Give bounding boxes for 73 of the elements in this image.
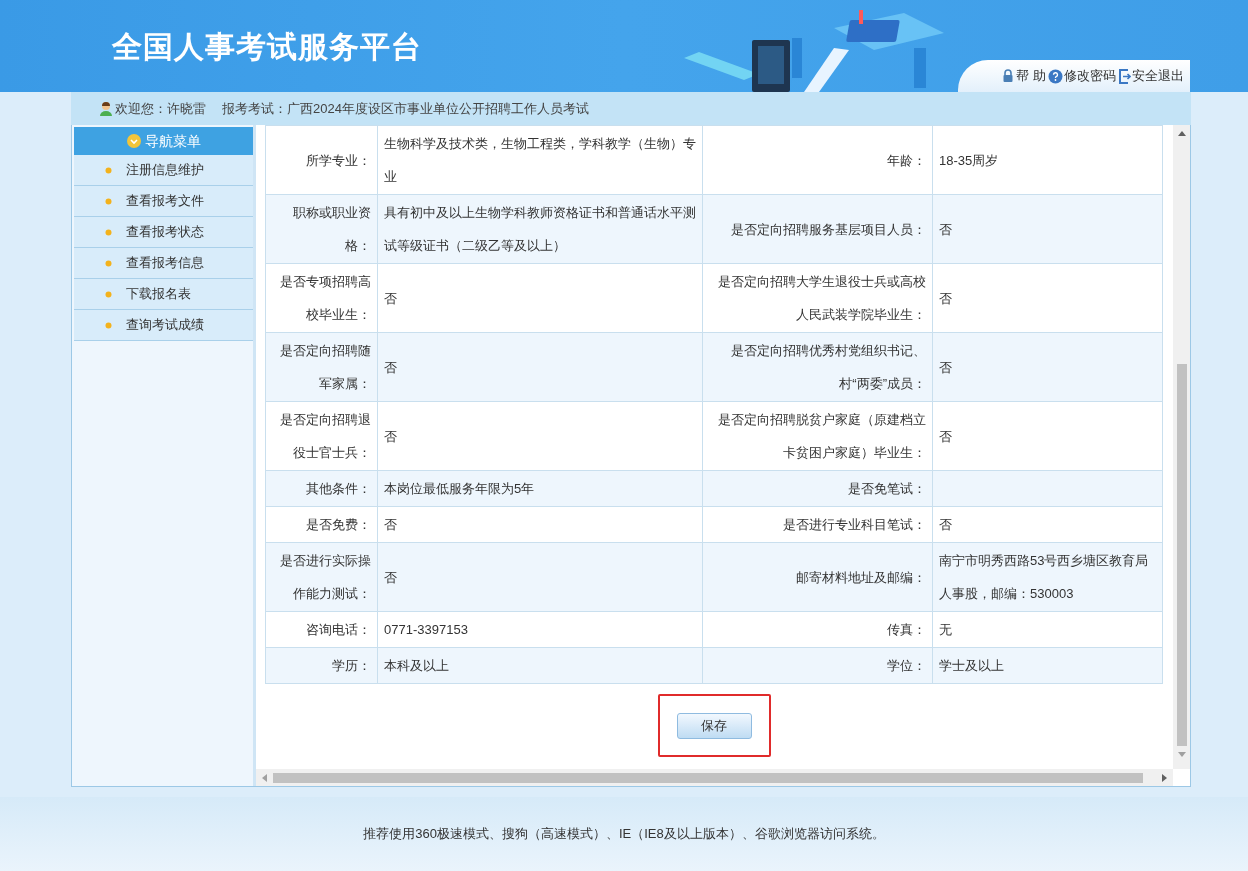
field-value: 否 <box>932 506 1163 543</box>
sidebar-item[interactable]: 查看报考状态 <box>74 217 253 248</box>
bullet-icon <box>105 166 112 174</box>
field-value: 无 <box>932 611 1163 648</box>
field-label: 咨询电话： <box>265 611 378 648</box>
header-link[interactable]: 安全退出 <box>1118 66 1184 86</box>
help-icon <box>1048 68 1063 84</box>
field-value: 否 <box>377 506 703 543</box>
field-label: 是否定向招聘服务基层项目人员： <box>702 194 933 264</box>
field-value: 否 <box>377 332 703 402</box>
horizontal-scrollbar[interactable] <box>256 769 1173 786</box>
field-label: 学历： <box>265 647 378 684</box>
field-value: 生物科学及技术类，生物工程类，学科教学（生物）专业 <box>377 125 703 195</box>
sidebar-title: 导航菜单 <box>144 131 201 151</box>
field-value: 18-35周岁 <box>932 125 1163 195</box>
field-label: 是否进行实际操作能力测试： <box>265 542 378 612</box>
field-label: 是否进行专业科目笔试： <box>702 506 933 543</box>
field-value: 具有初中及以上生物学科教师资格证书和普通话水平测试等级证书（二级乙等及以上） <box>377 194 703 264</box>
scroll-right-arrow-icon <box>1162 773 1167 782</box>
field-value: 学士及以上 <box>932 647 1163 684</box>
field-label: 是否专项招聘高校毕业生： <box>265 263 378 333</box>
bullet-icon <box>105 259 112 267</box>
field-label: 是否定向招聘退役士官士兵： <box>265 401 378 471</box>
bullet-icon <box>105 228 112 236</box>
vertical-scrollbar[interactable] <box>1173 125 1190 769</box>
field-value: 否 <box>932 401 1163 471</box>
chevron-down-icon <box>126 134 141 148</box>
sidebar-item[interactable]: 注册信息维护 <box>74 155 253 186</box>
bullet-icon <box>105 321 112 329</box>
sidebar-item[interactable]: 查看报考文件 <box>74 186 253 217</box>
field-value: 0771-3397153 <box>377 611 703 648</box>
field-value: 本科及以上 <box>377 647 703 684</box>
field-label: 所学专业： <box>265 125 378 195</box>
lock-icon <box>1001 69 1016 83</box>
exam-name: 报考考试：广西2024年度设区市事业单位公开招聘工作人员考试 <box>222 99 589 118</box>
field-label: 其他条件： <box>265 470 378 507</box>
header-link[interactable]: 修改密码 <box>1048 66 1116 86</box>
field-label: 年龄： <box>702 125 933 195</box>
user-icon <box>99 101 113 116</box>
field-label: 传真： <box>702 611 933 648</box>
exit-icon <box>1118 68 1131 84</box>
sidebar-item[interactable]: 查看报考信息 <box>74 248 253 279</box>
field-label: 是否免费： <box>265 506 378 543</box>
field-label: 学位： <box>702 647 933 684</box>
scrollbar-thumb[interactable] <box>1176 364 1187 746</box>
scrollbar-thumb[interactable] <box>273 772 1143 783</box>
scroll-down-arrow-icon <box>1177 752 1186 757</box>
field-label: 邮寄材料地址及邮编： <box>702 542 933 612</box>
field-label: 是否定向招聘优秀村党组织书记、村“两委”成员： <box>702 332 933 402</box>
field-label: 是否定向招聘脱贫户家庭（原建档立卡贫困户家庭）毕业生： <box>702 401 933 471</box>
field-value: 本岗位最低服务年限为5年 <box>377 470 703 507</box>
field-value: 南宁市明秀西路53号西乡塘区教育局人事股，邮编：530003 <box>932 542 1163 612</box>
sidebar-item[interactable]: 下载报名表 <box>74 279 253 310</box>
field-label: 是否免笔试： <box>702 470 933 507</box>
header-link[interactable]: 帮 助 <box>1001 66 1046 86</box>
field-value: 否 <box>377 263 703 333</box>
save-button[interactable]: 保存 <box>676 712 752 739</box>
sidebar-item[interactable]: 查询考试成绩 <box>74 310 253 341</box>
footer-note: 推荐使用360极速模式、搜狗（高速模式）、IE（IE8及以上版本）、谷歌浏览器访问系统。 <box>363 825 885 844</box>
bullet-icon <box>105 197 112 205</box>
bullet-icon <box>105 290 112 298</box>
field-value: 否 <box>932 194 1163 264</box>
field-value: 否 <box>932 263 1163 333</box>
field-value: 否 <box>377 542 703 612</box>
scroll-left-arrow-icon <box>262 773 267 782</box>
field-value: 否 <box>377 401 703 471</box>
site-title: 全国人事考试服务平台 <box>112 29 422 65</box>
field-label: 职称或职业资格： <box>265 194 378 264</box>
field-label: 是否定向招聘大学生退役士兵或高校人民武装学院毕业生： <box>702 263 933 333</box>
field-value: 否 <box>932 332 1163 402</box>
field-label: 是否定向招聘随军家属： <box>265 332 378 402</box>
welcome-text: 欢迎您：许晓雷 <box>115 99 206 118</box>
scroll-up-arrow-icon <box>1177 131 1186 136</box>
